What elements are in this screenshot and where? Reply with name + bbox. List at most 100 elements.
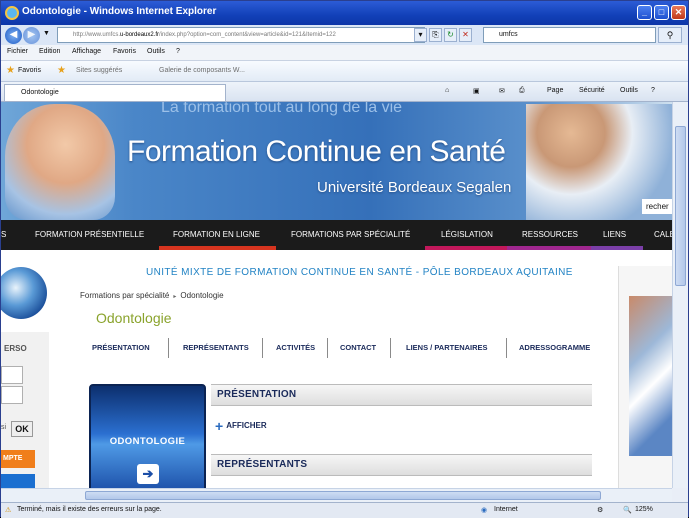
home-icon[interactable]: ⌂ [445, 87, 449, 94]
horizontal-scroll-thumb[interactable] [85, 491, 601, 500]
right-sidebar [618, 266, 672, 488]
arrow-right-icon[interactable]: ➔ [137, 464, 159, 484]
divider [262, 338, 263, 358]
tab-contact[interactable]: CONTACT [340, 343, 376, 352]
tab-presentation[interactable]: PRÉSENTATION [92, 343, 150, 352]
menu-bar: Fichier Edition Affichage Favoris Outils… [1, 45, 688, 61]
search-value: umfcs [499, 31, 518, 38]
tab-representants[interactable]: REPRÉSENTANTS [183, 343, 249, 352]
remember-label: si [1, 424, 7, 431]
banner-tagline: La formation tout au long de la vie [161, 102, 403, 116]
building-photo [629, 296, 672, 456]
horizontal-scrollbar[interactable] [1, 488, 672, 502]
globe-logo [1, 267, 47, 319]
protected-mode-icon: ⚙ [597, 507, 604, 514]
page-menu[interactable]: Page [547, 87, 563, 94]
password-input[interactable] [1, 386, 23, 404]
stop-icon[interactable]: ✕ [459, 28, 472, 42]
divider [168, 338, 169, 358]
address-dropdown-icon[interactable]: ▾ [414, 28, 427, 42]
divider [390, 338, 391, 358]
gallery-link[interactable]: Galerie de composants W... [159, 67, 245, 74]
afficher-link[interactable]: + AFFICHER [215, 418, 267, 434]
address-input[interactable]: http://www.umfcs.u-bordeaux2.fr/index.ph… [57, 27, 425, 43]
search-input[interactable]: umfcs [483, 27, 656, 43]
banner-subtitle: Université Bordeaux Segalen [317, 179, 512, 196]
refresh-icon[interactable]: ↻ [444, 28, 457, 42]
internet-zone-icon: ◉ [481, 507, 488, 514]
suggested-sites-link[interactable]: Sites suggérés [76, 67, 122, 74]
login-panel: ERSO si OK MPTE [1, 332, 49, 488]
divider [327, 338, 328, 358]
forward-button[interactable]: ▶ [23, 27, 40, 44]
tools-menu[interactable]: Outils [620, 87, 638, 94]
tab-liens-partenaires[interactable]: LIENS / PARTENAIRES [406, 343, 488, 352]
nav-item-legislation[interactable]: LÉGISLATION [441, 230, 493, 239]
site-search-input[interactable]: recher [642, 199, 672, 214]
address-row: ◀ ▶ ▼ http://www.umfcs.u-bordeaux2.fr/in… [1, 25, 688, 45]
maximize-button[interactable]: □ [654, 5, 669, 20]
status-bar: ⚠ Terminé, mais il existe des erreurs su… [1, 502, 688, 518]
menu-edition[interactable]: Edition [39, 48, 60, 55]
create-account-button[interactable]: MPTE [1, 450, 35, 468]
help-menu[interactable]: ? [651, 87, 655, 94]
window-title: Odontologie - Windows Internet Explorer [22, 6, 217, 17]
feeds-icon[interactable]: ▣ [473, 87, 480, 95]
search-button[interactable]: ⚲ [658, 27, 682, 43]
nav-item-liens[interactable]: LIENS [603, 230, 626, 239]
nav-item-calendrier[interactable]: CALE [654, 230, 672, 239]
main-nav: S FORMATION PRÉSENTIELLE FORMATION EN LI… [1, 220, 672, 250]
add-favorite-icon[interactable]: ★ [57, 65, 66, 76]
nav-underline-liens [591, 246, 643, 250]
favorites-star-icon: ★ [6, 65, 15, 76]
blue-panel-button[interactable] [1, 474, 35, 488]
section-representants-title: REPRÉSENTANTS [217, 459, 308, 470]
breadcrumb-parent[interactable]: Formations par spécialité [80, 291, 169, 300]
nav-item-ressources[interactable]: RESSOURCES [522, 230, 578, 239]
menu-fichier[interactable]: Fichier [7, 48, 28, 55]
zoom-level[interactable]: 125% [635, 506, 653, 513]
child-photo [5, 104, 115, 220]
security-menu[interactable]: Sécurité [579, 87, 605, 94]
nav-item-formations-par-specialite[interactable]: FORMATIONS PAR SPÉCIALITÉ [291, 230, 410, 239]
history-dropdown-icon[interactable]: ▼ [43, 30, 50, 37]
menu-help[interactable]: ? [176, 48, 180, 55]
status-message: Terminé, mais il existe des erreurs sur … [17, 506, 162, 513]
compat-view-icon[interactable]: ⎘ [429, 28, 442, 42]
print-icon[interactable]: ⎙ [519, 87, 525, 95]
tab-adressogramme[interactable]: ADRESSOGRAMME [519, 343, 590, 352]
vertical-scroll-thumb[interactable] [675, 126, 686, 286]
unite-heading: UNITÉ MIXTE DE FORMATION CONTINUE EN SAN… [146, 267, 573, 278]
close-button[interactable]: ✕ [671, 5, 686, 20]
nav-item-s[interactable]: S [1, 230, 6, 239]
username-input[interactable] [1, 366, 23, 384]
command-bar: Odontologie ⌂ ▣ ✉ ⎙ Page Sécurité Outils… [1, 82, 688, 102]
breadcrumb-separator: ▸ [173, 294, 177, 300]
login-ok-button[interactable]: OK [11, 421, 33, 437]
menu-favoris[interactable]: Favoris [113, 48, 136, 55]
favorites-button[interactable]: Favoris [18, 67, 41, 74]
nav-item-formation-en-ligne[interactable]: FORMATION EN LIGNE [173, 230, 260, 239]
back-button[interactable]: ◀ [5, 27, 22, 44]
vertical-scrollbar[interactable] [672, 102, 688, 488]
afficher-label: AFFICHER [226, 421, 267, 430]
url-domain: u-bordeaux2.fr [120, 32, 160, 38]
status-zone: Internet [494, 506, 518, 513]
breadcrumb: Formations par spécialité ▸ Odontologie [80, 291, 224, 300]
minimize-button[interactable]: _ [637, 5, 652, 20]
breadcrumb-current: Odontologie [180, 291, 224, 300]
section-representants: REPRÉSENTANTS [211, 454, 592, 476]
zoom-icon: 🔍 [623, 507, 632, 514]
menu-affichage[interactable]: Affichage [72, 48, 101, 55]
ie-logo-icon [5, 6, 19, 20]
nav-item-formation-presentielle[interactable]: FORMATION PRÉSENTIELLE [35, 230, 144, 239]
login-label: ERSO [4, 344, 27, 353]
tab-activites[interactable]: ACTIVITÉS [276, 343, 315, 352]
tab-odontologie[interactable]: Odontologie [4, 84, 226, 101]
sub-nav: PRÉSENTATION REPRÉSENTANTS ACTIVITÉS CON… [85, 336, 595, 360]
mail-icon[interactable]: ✉ [499, 87, 505, 95]
odontologie-box[interactable]: ODONTOLOGIE ➔ [89, 384, 206, 488]
warning-icon[interactable]: ⚠ [5, 506, 11, 514]
banner-title: Formation Continue en Santé [127, 135, 506, 168]
menu-outils[interactable]: Outils [147, 48, 165, 55]
